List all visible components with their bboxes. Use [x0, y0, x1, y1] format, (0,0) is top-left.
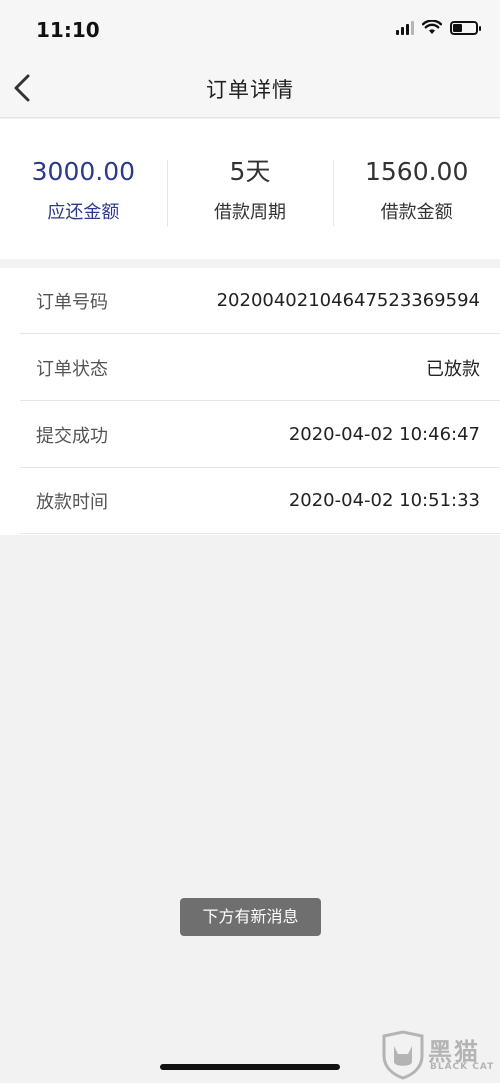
detail-row-disbursed: 放款时间 2020-04-02 10:51:33: [20, 468, 500, 534]
new-message-toast[interactable]: 下方有新消息: [180, 898, 321, 936]
disbursed-label: 放款时间: [36, 491, 108, 513]
submitted-value: 2020-04-02 10:46:47: [288, 424, 480, 445]
home-indicator[interactable]: [160, 1064, 340, 1070]
detail-row-order-number: 订单号码 20200402104647523369594: [20, 268, 500, 334]
loan-amount-label: 借款金额: [380, 202, 453, 223]
battery-icon: [450, 20, 481, 35]
disbursed-value: 2020-04-02 10:51:33: [288, 490, 480, 511]
order-status-label: 订单状态: [36, 358, 108, 380]
watermark-logo: 黑猫 BLACK CAT: [380, 1030, 500, 1080]
signal-icon: [396, 20, 414, 35]
order-number-label: 订单号码: [36, 291, 108, 313]
summary-loan-amount: 1560.00 借款金额: [333, 154, 500, 226]
page-title: 订单详情: [206, 78, 294, 102]
loan-period-label: 借款周期: [214, 202, 286, 223]
cat-shield-icon: [382, 1030, 424, 1080]
loan-summary: 3000.00 应还金额 5天 借款周期 1560.00 借款金额: [0, 119, 500, 259]
detail-row-submitted: 提交成功 2020-04-02 10:46:47: [20, 402, 500, 468]
detail-row-order-status: 订单状态 已放款: [20, 335, 500, 401]
order-details: 订单号码 20200402104647523369594 订单状态 已放款 提交…: [0, 268, 500, 535]
repay-amount-label: 应还金额: [47, 202, 120, 223]
summary-repay-amount: 3000.00 应还金额: [0, 154, 167, 224]
loan-period-value: 5天: [229, 157, 271, 186]
status-time: 11:10: [36, 18, 100, 42]
summary-loan-period: 5天 借款周期: [166, 154, 334, 226]
order-number-value: 20200402104647523369594: [216, 290, 480, 311]
loan-amount-value: 1560.00: [364, 157, 469, 186]
status-icons: [396, 20, 481, 35]
wifi-icon: [422, 20, 442, 34]
order-status-value: 已放款: [426, 358, 480, 380]
submitted-label: 提交成功: [36, 425, 108, 447]
repay-amount-value: 3000.00: [31, 157, 136, 186]
top-header: 11:10 订单详情: [0, 0, 500, 118]
watermark-en: BLACK CAT: [430, 1062, 495, 1072]
